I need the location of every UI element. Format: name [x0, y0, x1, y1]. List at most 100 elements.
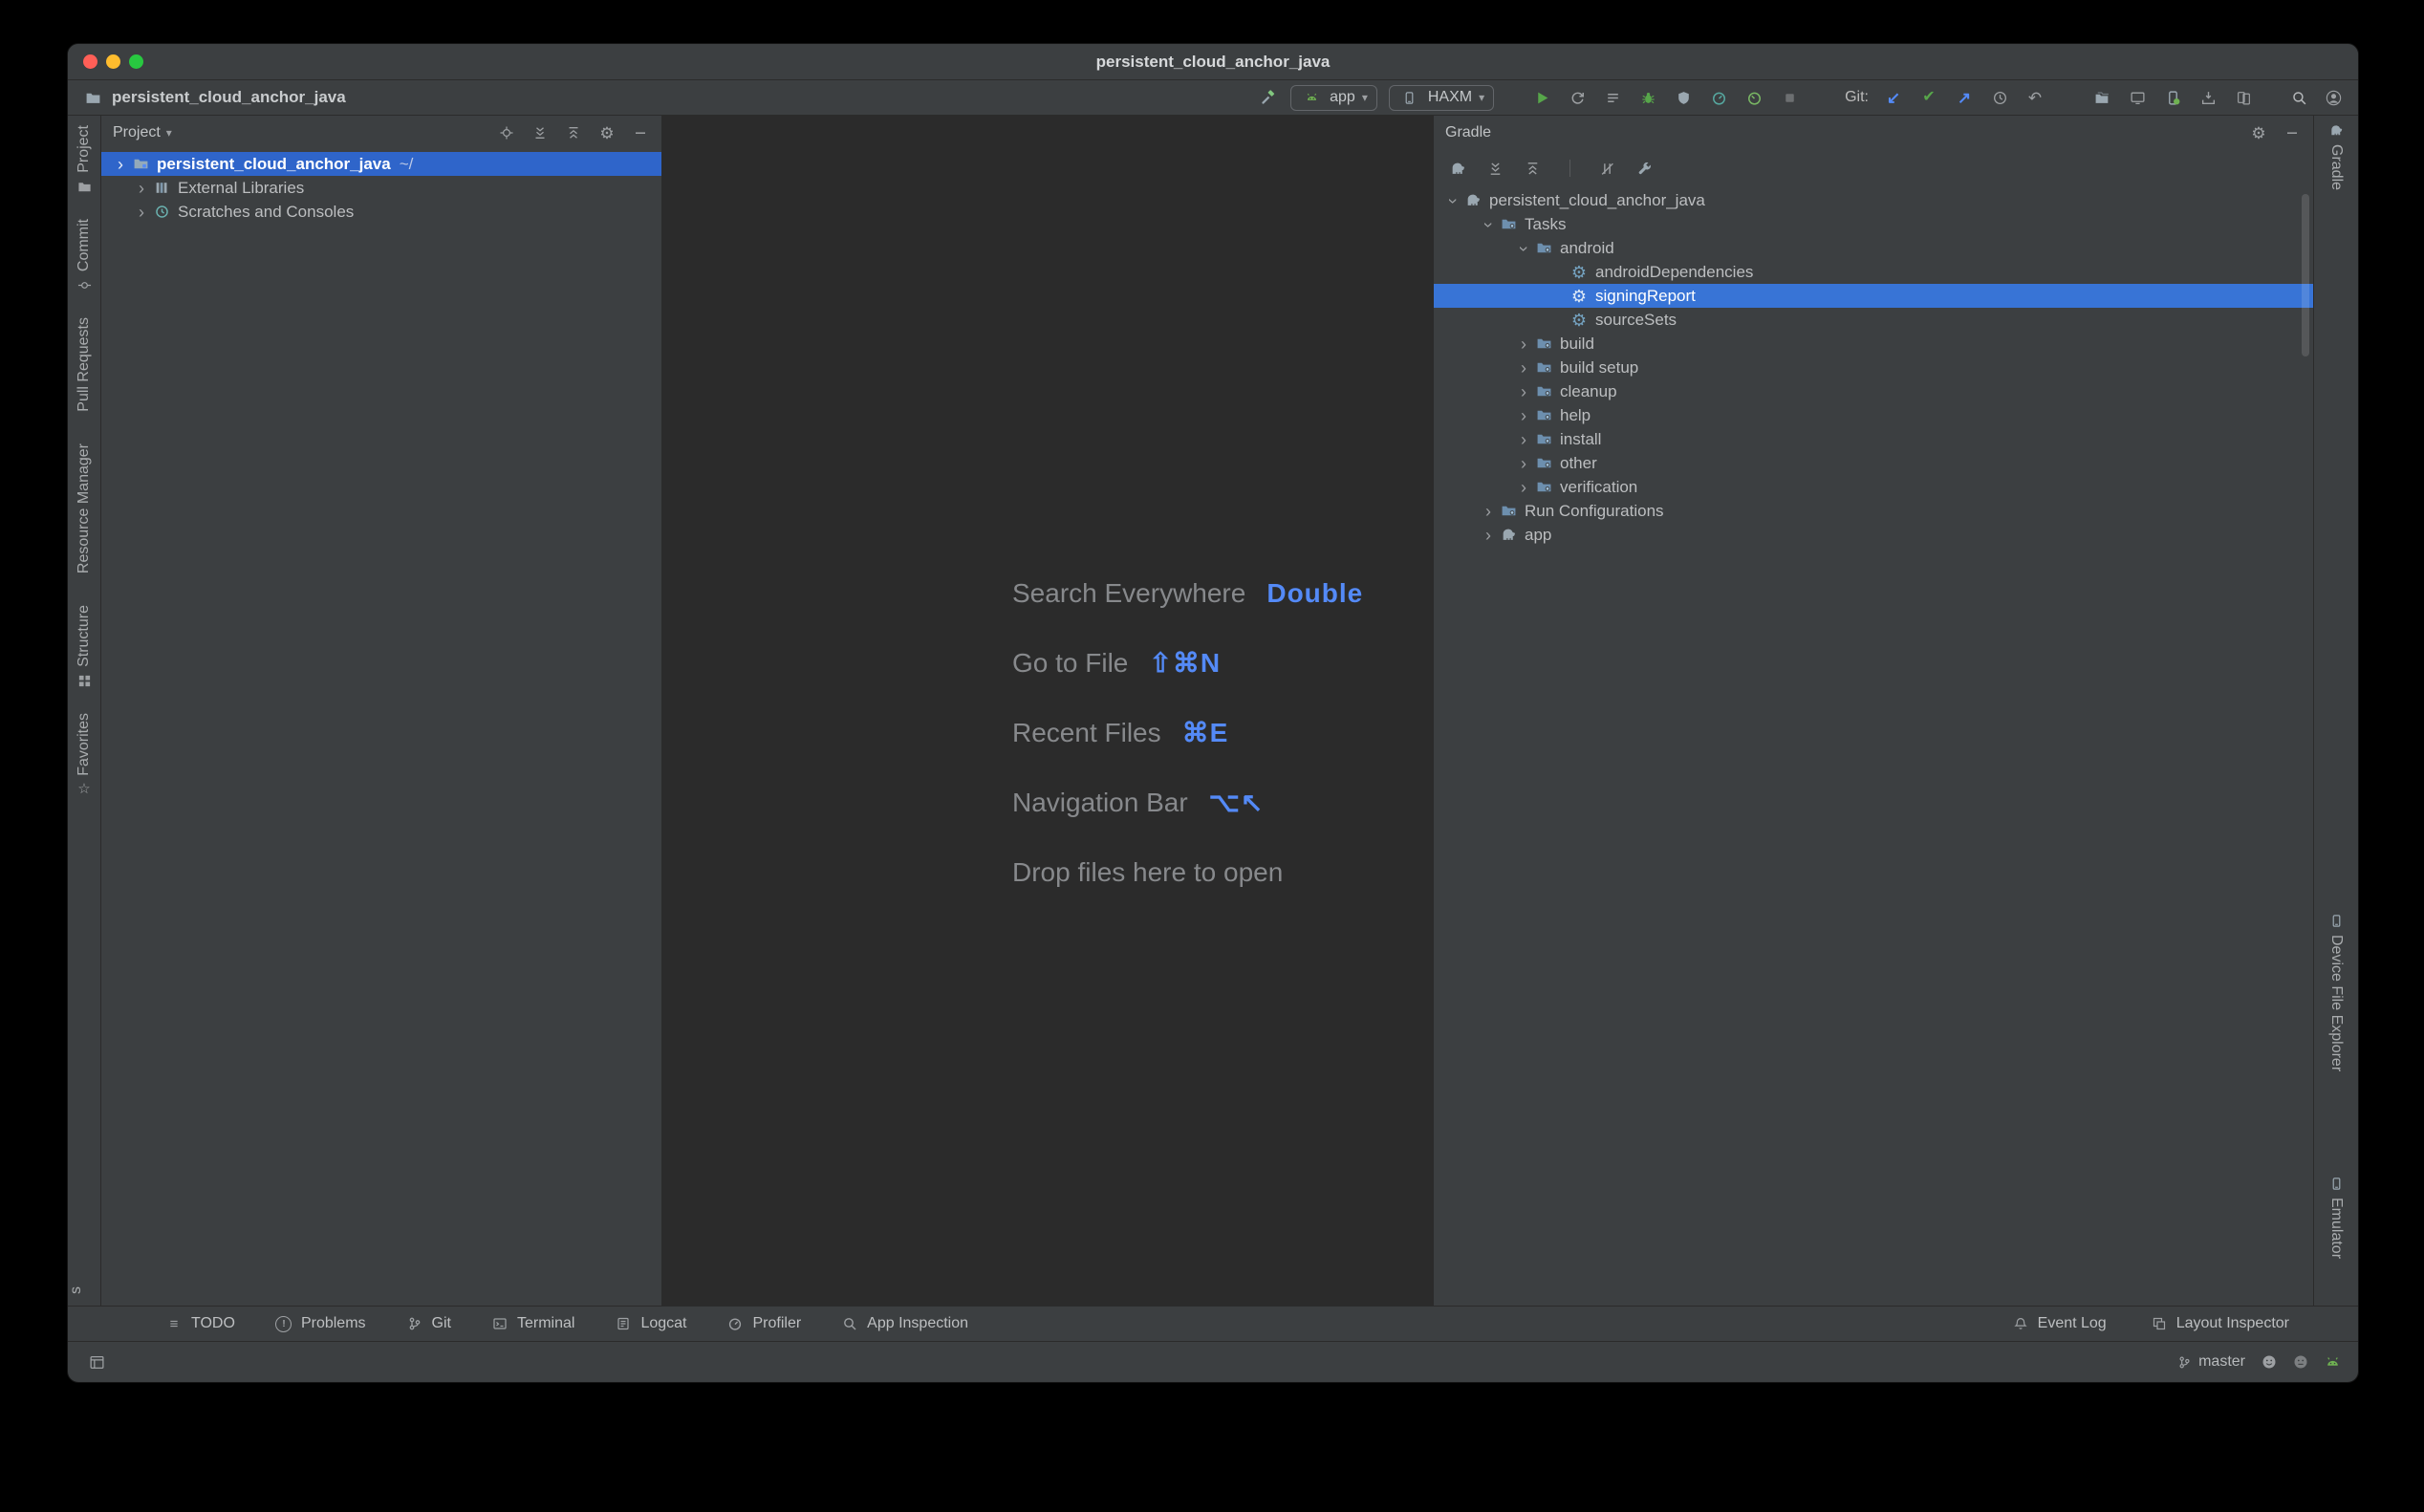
- scrollbar-thumb[interactable]: [2302, 194, 2309, 356]
- chevron-right-icon[interactable]: ›: [1444, 191, 1461, 210]
- android-status-icon[interactable]: [2325, 1354, 2341, 1371]
- gradle-node-install[interactable]: › install: [1434, 427, 2313, 451]
- project-node-persistent-cloud-anchor-java[interactable]: › persistent_cloud_anchor_java ~/: [101, 152, 661, 176]
- titlebar[interactable]: persistent_cloud_anchor_java: [68, 44, 2358, 80]
- search-icon[interactable]: [2287, 86, 2310, 109]
- stop-button[interactable]: [1778, 86, 1801, 109]
- project-node-external-libraries[interactable]: › External Libraries: [101, 176, 661, 200]
- gradle-node-build-setup[interactable]: › build setup: [1434, 356, 2313, 379]
- chevron-right-icon[interactable]: ›: [1514, 407, 1533, 424]
- execute-task-icon[interactable]: [1447, 158, 1468, 179]
- tool-window-tab-gradle[interactable]: Gradle: [2314, 123, 2358, 190]
- gradle-node-verification[interactable]: › verification: [1434, 475, 2313, 499]
- chevron-right-icon[interactable]: ›: [1514, 335, 1533, 353]
- tool-window-button-layout-inspector[interactable]: Layout Inspector: [2151, 1315, 2289, 1332]
- tool-window-tab-resource-manager[interactable]: Resource Manager: [76, 443, 93, 580]
- project-node-scratches-and-consoles[interactable]: › Scratches and Consoles: [101, 200, 661, 224]
- run-button[interactable]: [1530, 86, 1553, 109]
- tool-window-tab-project[interactable]: Project: [76, 125, 93, 194]
- gradle-node-other[interactable]: › other: [1434, 451, 2313, 475]
- project-structure-icon[interactable]: [2090, 86, 2113, 109]
- tool-window-tab-pull-requests[interactable]: Pull Requests: [76, 317, 93, 419]
- collapse-all-icon[interactable]: [1522, 158, 1543, 179]
- apply-changes-icon[interactable]: [1601, 86, 1624, 109]
- tool-window-button-app-inspection[interactable]: App Inspection: [841, 1315, 968, 1332]
- gradle-node-app[interactable]: › app: [1434, 523, 2313, 547]
- gradle-node-persistent-cloud-anchor-java[interactable]: › persistent_cloud_anchor_java: [1434, 188, 2313, 212]
- tool-window-button-terminal[interactable]: Terminal: [491, 1315, 574, 1332]
- git-history-icon[interactable]: [1988, 86, 2011, 109]
- close-button[interactable]: [83, 54, 97, 69]
- tool-window-button-profiler[interactable]: Profiler: [726, 1315, 801, 1332]
- tool-window-tab-partial[interactable]: s: [68, 1286, 100, 1294]
- expand-all-icon[interactable]: [530, 123, 550, 142]
- gradle-node-build[interactable]: › build: [1434, 332, 2313, 356]
- layout-toggle-icon[interactable]: [85, 1350, 108, 1373]
- tool-window-tab-structure[interactable]: Structure: [76, 605, 93, 688]
- tool-window-button-event-log[interactable]: Event Log: [2012, 1315, 2107, 1332]
- tool-window-tab-commit[interactable]: Commit: [76, 219, 93, 292]
- tool-window-tab-favorites[interactable]: Favorites ☆: [76, 713, 93, 797]
- build-hammer-icon[interactable]: [1256, 86, 1279, 109]
- device-manager-icon[interactable]: [2126, 86, 2149, 109]
- device-select[interactable]: HAXM ▾: [1389, 85, 1494, 111]
- project-view-selector[interactable]: Project ▾: [113, 124, 172, 141]
- chevron-right-icon[interactable]: ›: [111, 156, 130, 173]
- git-branch-widget[interactable]: master: [2177, 1353, 2245, 1371]
- profiler-button[interactable]: [1707, 86, 1730, 109]
- sdk-manager-icon[interactable]: [2197, 86, 2219, 109]
- gradle-node-androiddependencies[interactable]: › ⚙ androidDependencies: [1434, 260, 2313, 284]
- feedback-frown-icon[interactable]: [2293, 1354, 2308, 1370]
- settings-icon[interactable]: ⚙: [597, 123, 617, 142]
- minimize-button[interactable]: [106, 54, 120, 69]
- gradle-node-android[interactable]: › android: [1434, 236, 2313, 260]
- device-mirror-icon[interactable]: [2232, 86, 2255, 109]
- chevron-right-icon[interactable]: ›: [1479, 503, 1498, 520]
- gradle-node-help[interactable]: › help: [1434, 403, 2313, 427]
- git-update-icon[interactable]: ↙: [1882, 86, 1905, 109]
- tool-window-button-git[interactable]: Git: [406, 1315, 451, 1332]
- tool-window-button-logcat[interactable]: Logcat: [615, 1315, 686, 1332]
- chevron-right-icon[interactable]: ›: [1515, 239, 1532, 258]
- gradle-node-signingreport[interactable]: › ⚙ signingReport: [1434, 284, 2313, 308]
- user-avatar[interactable]: [2322, 86, 2345, 109]
- project-breadcrumb[interactable]: persistent_cloud_anchor_java: [112, 88, 346, 107]
- locate-icon[interactable]: [497, 123, 516, 142]
- chevron-right-icon[interactable]: ›: [1514, 359, 1533, 377]
- chevron-right-icon[interactable]: ›: [1479, 527, 1498, 544]
- hide-panel-icon[interactable]: [631, 123, 650, 142]
- chevron-right-icon[interactable]: ›: [1514, 431, 1533, 448]
- hide-panel-icon[interactable]: [2283, 123, 2302, 142]
- tool-window-button-todo[interactable]: ≡ TODO: [165, 1315, 235, 1332]
- chevron-right-icon[interactable]: ›: [1514, 479, 1533, 496]
- git-push-icon[interactable]: ↗: [1953, 86, 1976, 109]
- git-rollback-icon[interactable]: ↶: [2024, 86, 2046, 109]
- tool-window-tab-device-file-explorer[interactable]: Device File Explorer: [2314, 914, 2358, 1071]
- settings-icon[interactable]: ⚙: [2249, 123, 2268, 142]
- tool-window-tab-emulator[interactable]: Emulator: [2314, 1177, 2358, 1259]
- coverage-icon[interactable]: [1672, 86, 1695, 109]
- rerun-icon[interactable]: [1566, 86, 1589, 109]
- chevron-right-icon[interactable]: ›: [1480, 215, 1497, 234]
- virtual-device-manager-icon[interactable]: [2161, 86, 2184, 109]
- tool-window-button-problems[interactable]: ! Problems: [275, 1315, 366, 1332]
- gradle-node-tasks[interactable]: › Tasks: [1434, 212, 2313, 236]
- editor-area[interactable]: Search Everywhere Double Go to File ⇧⌘N …: [662, 116, 1433, 1306]
- debug-button[interactable]: [1636, 86, 1659, 109]
- chevron-right-icon[interactable]: ›: [1514, 383, 1533, 400]
- gradle-settings-icon[interactable]: [1634, 158, 1655, 179]
- feedback-smiley-icon[interactable]: [2262, 1354, 2277, 1370]
- expand-all-icon[interactable]: [1484, 158, 1505, 179]
- chevron-right-icon[interactable]: ›: [132, 180, 151, 197]
- gradle-node-run-configurations[interactable]: › Run Configurations: [1434, 499, 2313, 523]
- chevron-right-icon[interactable]: ›: [132, 204, 151, 221]
- gradle-node-cleanup[interactable]: › cleanup: [1434, 379, 2313, 403]
- chevron-right-icon[interactable]: ›: [1514, 455, 1533, 472]
- gradle-node-sourcesets[interactable]: › ⚙ sourceSets: [1434, 308, 2313, 332]
- offline-mode-icon[interactable]: [1596, 158, 1617, 179]
- run-config-select[interactable]: app ▾: [1290, 85, 1377, 111]
- zoom-button[interactable]: [129, 54, 143, 69]
- git-commit-icon[interactable]: ✔: [1917, 86, 1940, 109]
- profile-low-overhead-icon[interactable]: [1742, 86, 1765, 109]
- collapse-all-icon[interactable]: [564, 123, 583, 142]
